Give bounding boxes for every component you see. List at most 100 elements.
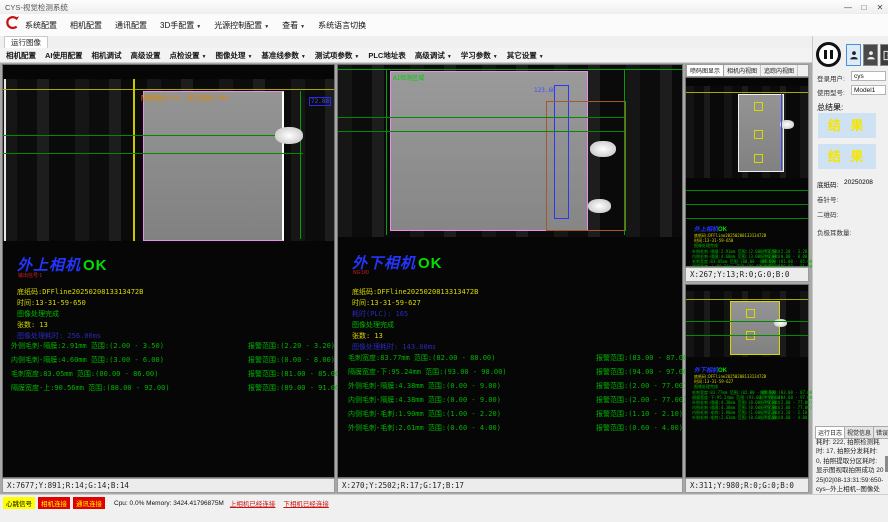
separator-line-overlay: [686, 92, 808, 93]
reference-line-overlay: [133, 79, 135, 241]
tool-test-item-params[interactable]: 测试项参数▼: [315, 50, 359, 61]
defect-marker-box: [754, 102, 763, 111]
tool-plc-address-table[interactable]: PLC地址表: [368, 50, 406, 61]
status-bar: 心跳信号 相机连接 通讯连接 Cpu: 0.0% Memory: 3424.41…: [0, 494, 888, 511]
tool-ai-use-config[interactable]: AI使用配置: [45, 50, 83, 61]
left-camera-image[interactable]: 隔膜阈值:93, 电芯阈值:100 72.88: [3, 79, 334, 241]
defect-marker-box: [754, 154, 763, 163]
model-label: 使用型号:: [817, 87, 845, 97]
menu-camera-config[interactable]: 相机配置: [70, 20, 102, 31]
menu-bar: 系统配置 相机配置 通讯配置 3D手配置▼ 光源控制配置▼ 查看▼ 系统语言切换: [0, 14, 888, 37]
total-result-label: 总结果:: [817, 102, 843, 113]
ai-region-label: AI检测区域: [393, 73, 424, 82]
window-title: CYS-视觉检测系统: [0, 2, 840, 13]
app-logo-icon: [5, 15, 20, 35]
left-camera-view[interactable]: 隔膜阈值:93, 电芯阈值:100 72.88 外上相机OK 输出信号:1 底纸…: [2, 64, 335, 478]
app-window: CYS-视觉检测系统 — □ ✕ 系统配置 相机配置 通讯配置 3D手配置▼ 光…: [0, 0, 888, 522]
thumb-tab-camera-view[interactable]: 相机内视图: [724, 65, 761, 76]
measure-line-overlay: [386, 69, 387, 235]
electrode-sheet: [730, 301, 780, 355]
time-line: 时间:13-31-59-650: [17, 298, 86, 308]
left-view-pixel-status: X:7677;Y:891;R:14;G:14;B:14: [2, 478, 335, 493]
barcode-line: 底纸码:DFFline2025020813313472B: [17, 287, 143, 297]
electrode-tab-blob: [275, 127, 303, 144]
close-button[interactable]: ✕: [872, 3, 888, 12]
thumb-tab-bar: 喷码图显示 相机内视图 追踪内视图: [685, 64, 809, 77]
pause-button[interactable]: [816, 42, 841, 67]
middle-camera-view[interactable]: AI检测区域 123.60 外下相机OK NG:0/0 底纸码:DFFline2…: [337, 64, 683, 478]
thumb-top-image[interactable]: [686, 86, 808, 178]
tool-advanced-debug[interactable]: 高级调试▼: [415, 50, 452, 61]
chevron-down-icon: ▼: [202, 54, 207, 60]
measure-line-overlay: [686, 218, 808, 219]
tool-other-settings[interactable]: 其它设置▼: [507, 50, 544, 61]
chevron-down-icon: ▼: [300, 24, 305, 30]
electrode-tab-blob: [588, 199, 611, 213]
menu-view[interactable]: 查看▼: [282, 20, 305, 31]
measurement-row: 毛刺宽度:83.05mm 范围:(80.00 - 86.00)报警范围:(81.…: [11, 369, 343, 379]
exit-door-icon: [882, 50, 888, 61]
user-icon: [866, 50, 876, 60]
threshold-label: 隔膜阈值:93, 电芯阈值:100: [141, 92, 228, 102]
measurement-row-mini: 外侧毛刺-毛刺:2.61mm 范围:(0.60 - 4.00)报警范围:(0.6…: [692, 415, 810, 421]
edge-line-overlay: [4, 79, 6, 241]
minimize-button[interactable]: —: [840, 3, 856, 12]
camera-result-title-mini: 外上相机OK: [694, 224, 727, 233]
exit-button[interactable]: [880, 44, 888, 66]
menu-light-control[interactable]: 光源控制配置▼: [214, 20, 269, 31]
barcode-label: 底纸码:: [817, 179, 838, 189]
thumb-bottom-view[interactable]: 外下相机OK 底纸码:DFFline2025020813313472B 时间:1…: [685, 284, 809, 478]
tool-advanced-settings[interactable]: 高级设置: [131, 50, 161, 61]
tool-camera-debug[interactable]: 相机调试: [92, 50, 122, 61]
user-login-button[interactable]: [846, 44, 861, 66]
tool-spot-check[interactable]: 点检设置▼: [170, 50, 207, 61]
measurement-row: 内侧毛刺-毛刺:1.90mm 范围:(1.00 - 2.20)报警范围:(1.1…: [348, 409, 683, 419]
measurement-row: 毛刺宽度:83.77mm 范围:(82.00 - 88.00)报警范围:(83.…: [348, 353, 691, 363]
menu-system-config[interactable]: 系统配置: [25, 20, 57, 31]
model-field[interactable]: Model1: [851, 85, 886, 95]
comm-link-badge: 通讯连接: [73, 497, 105, 509]
user-switch-button[interactable]: [863, 44, 878, 66]
output-signal-text: NG:0/0: [353, 270, 369, 276]
tool-camera-config[interactable]: 相机配置: [6, 50, 36, 61]
measure-line-overlay: [686, 190, 808, 191]
thumb-tab-track-view[interactable]: 追踪内视图: [761, 65, 798, 76]
thumb-top-view[interactable]: 外上相机OK 底纸码:DFFline2025020813313472B 时间:1…: [685, 77, 809, 267]
measurement-row: 内侧毛刺-隔膜:4.38mm 范围:(0.00 - 9.00)报警范围:(2.0…: [348, 395, 687, 405]
measure-line-overlay: [300, 91, 301, 239]
electrode-sheet: [143, 91, 284, 241]
barcode-line: 底纸码:DFFline2025020813313472B: [352, 287, 478, 297]
title-bar: CYS-视觉检测系统 — □ ✕: [0, 0, 888, 15]
chevron-down-icon: ▼: [539, 54, 544, 60]
menu-language-switch[interactable]: 系统语言切换: [318, 20, 366, 31]
middle-view-pixel-status: X:270;Y:2502;R:17;G:17;B:17: [337, 478, 683, 493]
defect-marker-box: [754, 130, 763, 139]
thumb-tab-code-image[interactable]: 喷码图显示: [686, 64, 724, 76]
measure-line-overlay: [338, 117, 624, 118]
measure-line-overlay: [781, 94, 782, 170]
thumb-bottom-image[interactable]: [686, 291, 808, 357]
toolbar: 相机配置 AI使用配置 相机调试 高级设置 点检设置▼ 图像处理▼ 基准线参数▼…: [0, 48, 888, 63]
roi-measure-tag: 123.60: [534, 87, 556, 94]
login-user-field[interactable]: cys: [851, 71, 886, 81]
measure-line-overlay: [624, 69, 625, 235]
tool-learning-params[interactable]: 学习参数▼: [461, 50, 498, 61]
measurement-row: 外侧毛刺-毛刺:2.61mm 范围:(0.60 - 4.00)报警范围:(0.6…: [348, 423, 683, 433]
done-line: 图像处理完成: [352, 320, 394, 330]
electrode-tab-blob: [590, 141, 616, 157]
chevron-down-icon: ▼: [196, 24, 201, 30]
camera-result-title-mini: 外下相机OK: [694, 365, 727, 374]
tool-image-processing[interactable]: 图像处理▼: [215, 50, 252, 61]
bottom-camera-status: 下相机已经连接: [283, 498, 329, 508]
heartbeat-badge: 心跳信号: [3, 497, 35, 509]
maximize-button[interactable]: □: [856, 3, 872, 12]
chevron-down-icon: ▼: [447, 54, 452, 60]
tool-baseline-params[interactable]: 基准线参数▼: [261, 50, 305, 61]
separator-line-overlay: [338, 69, 682, 70]
middle-camera-image[interactable]: AI检测区域 123.60: [338, 65, 682, 237]
elapsed-line: 图像处理耗时: 143.00ms: [352, 342, 436, 352]
measurement-row: 隔膜宽度-下:95.24mm 范围:(93.00 - 98.00)报警范围:(9…: [348, 367, 691, 377]
menu-3d-hand-config[interactable]: 3D手配置▼: [160, 20, 201, 31]
menu-comm-config[interactable]: 通讯配置: [115, 20, 147, 31]
result-box-bottom: 结 果: [818, 144, 876, 169]
